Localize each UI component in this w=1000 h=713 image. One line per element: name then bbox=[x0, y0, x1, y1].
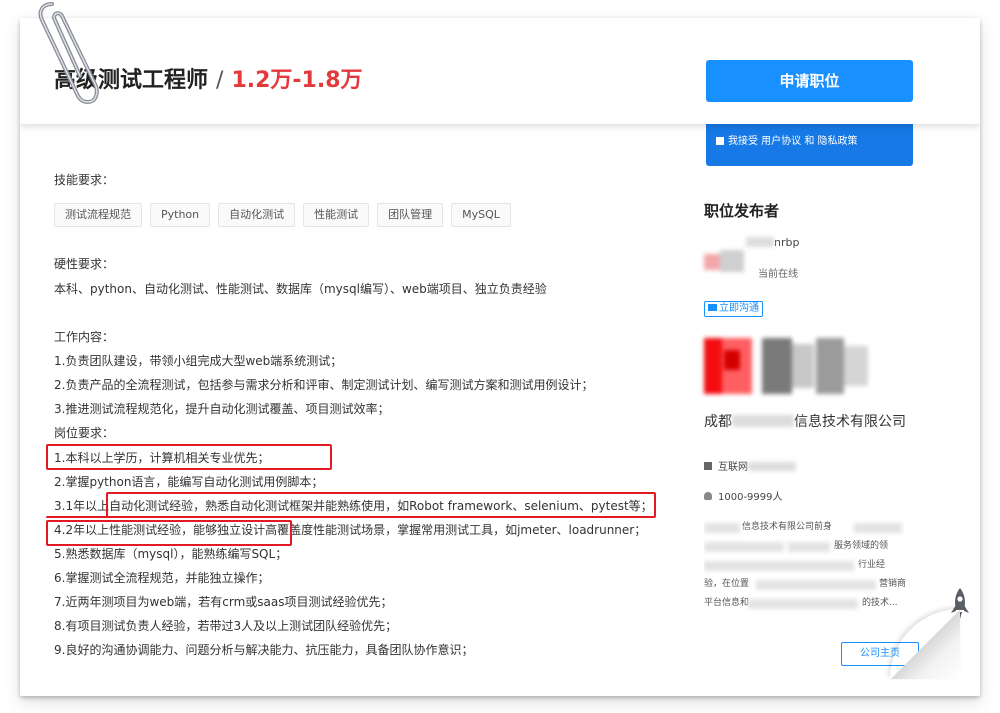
skills-label: 技能要求： bbox=[54, 173, 115, 187]
industry-icon bbox=[704, 462, 712, 470]
avatar bbox=[704, 248, 744, 276]
req-item: 7.近两年测项目为web端，若有crm或saas项目测试经验优先； bbox=[54, 595, 393, 609]
req-item: 2.掌握python语言，能编写自动化测试用例脚本； bbox=[54, 475, 324, 489]
skill-tags: 测试流程规范 Python 自动化测试 性能测试 团队管理 MySQL bbox=[54, 203, 511, 227]
people-icon bbox=[704, 492, 712, 500]
publisher-status: 当前在线 bbox=[758, 269, 798, 280]
req-item: 6.掌握测试全流程规范，并能独立操作； bbox=[54, 571, 270, 585]
paperclip-icon bbox=[38, 2, 99, 104]
sticky-header: 高级测试工程师/1.2万-1.8万 申请职位 bbox=[20, 18, 980, 124]
page-curl bbox=[890, 609, 960, 679]
publisher-section-title: 职位发布者 bbox=[704, 202, 780, 220]
job-detail-page: 技能要求： 测试流程规范 Python 自动化测试 性能测试 团队管理 MySQ… bbox=[20, 18, 980, 696]
req-label: 岗位要求： bbox=[54, 426, 115, 440]
chat-button[interactable]: 立即沟通 bbox=[704, 301, 763, 317]
apply-button[interactable]: 申请职位 bbox=[706, 60, 913, 102]
hard-req-text: 本科、python、自动化测试、性能测试、数据库（mysql编写）、web端项目… bbox=[54, 282, 547, 296]
req-item: 9.良好的沟通协调能力、问题分析与解决能力、抗压能力，具备团队协作意识； bbox=[54, 643, 474, 657]
company-name[interactable]: 成都 信息技术有限公司 bbox=[704, 411, 906, 431]
company-description: 信息技术有限公司前身 服务领域的领 行业经 验，在位置 营销商 平台信息和 的技术.… bbox=[704, 522, 907, 609]
checkbox-icon[interactable] bbox=[716, 137, 724, 145]
publisher-name: nrbp bbox=[746, 236, 799, 249]
work-item: 3.推进测试流程规范化，提升自动化测试覆盖、项目测试效率； bbox=[54, 402, 390, 416]
company-size: 1000-9999人 bbox=[704, 488, 783, 503]
skill-tag: Python bbox=[150, 203, 211, 227]
hard-req-label: 硬性要求： bbox=[54, 257, 115, 271]
skill-tag: 测试流程规范 bbox=[54, 203, 142, 227]
skill-tag: 自动化测试 bbox=[218, 203, 296, 227]
title-separator: / bbox=[216, 68, 224, 93]
skill-tag: MySQL bbox=[451, 203, 511, 227]
consent-panel: 我接受 用户协议 和 隐私政策 bbox=[706, 118, 913, 166]
work-label: 工作内容： bbox=[54, 330, 115, 344]
highlight-box-mysql bbox=[46, 520, 292, 546]
consent-text[interactable]: 我接受 用户协议 和 隐私政策 bbox=[728, 136, 858, 147]
chat-icon bbox=[708, 304, 717, 311]
work-item: 1.负责团队建设，带领小组完成大型web端系统测试； bbox=[54, 354, 343, 368]
company-industry: 互联网 bbox=[704, 458, 796, 473]
work-item: 2.负责产品的全流程测试，包括参与需求分析和评审、制定测试计划、编写测试方案和测… bbox=[54, 378, 594, 392]
highlight-box-performance bbox=[106, 492, 656, 518]
highlight-box-python bbox=[46, 444, 332, 470]
skill-tag: 性能测试 bbox=[303, 203, 370, 227]
salary: 1.2万-1.8万 bbox=[231, 68, 363, 93]
clipped-text bbox=[54, 132, 58, 146]
skill-tag: 团队管理 bbox=[377, 203, 444, 227]
company-logo bbox=[704, 338, 884, 394]
req-item: 5.熟悉数据库（mysql），能熟练编写SQL； bbox=[54, 547, 288, 561]
highlight-connector bbox=[46, 516, 108, 518]
req-item: 8.有项目测试负责人经验，若带过3人及以上测试团队经验优先； bbox=[54, 619, 398, 633]
